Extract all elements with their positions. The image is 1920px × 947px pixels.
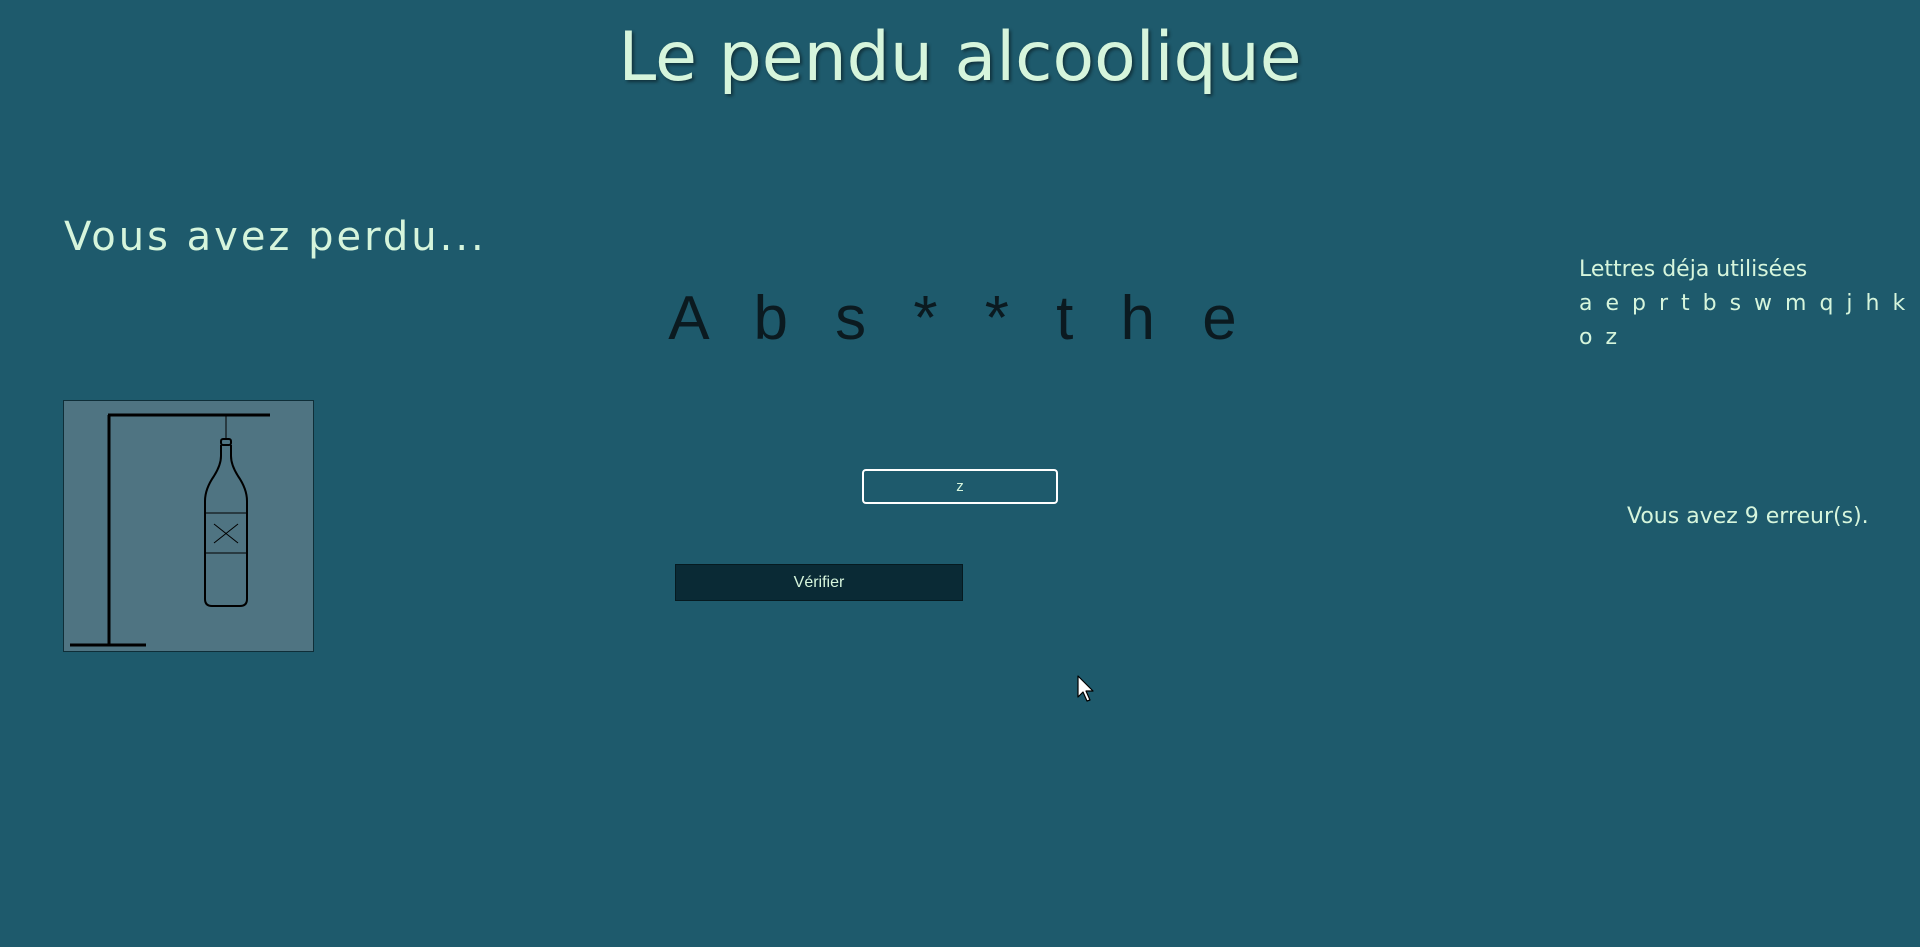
bottle-hanging-icon bbox=[70, 413, 270, 647]
used-letters-label: Lettres déja utilisées bbox=[1579, 257, 1808, 282]
mouse-pointer-icon bbox=[1077, 675, 1097, 709]
used-letters-list: a e p r t b s w m q j h k o z bbox=[1579, 291, 1909, 350]
error-count-message: Vous avez 9 erreur(s). bbox=[1627, 504, 1869, 529]
page-title: Le pendu alcoolique bbox=[618, 18, 1302, 97]
game-status-message: Vous avez perdu... bbox=[64, 214, 487, 260]
letter-input[interactable] bbox=[862, 469, 1058, 504]
hangman-drawing bbox=[63, 400, 314, 652]
verify-button[interactable]: Vérifier bbox=[675, 564, 963, 601]
used-letters-panel: Lettres déja utilisées a e p r t b s w m… bbox=[1579, 253, 1920, 355]
